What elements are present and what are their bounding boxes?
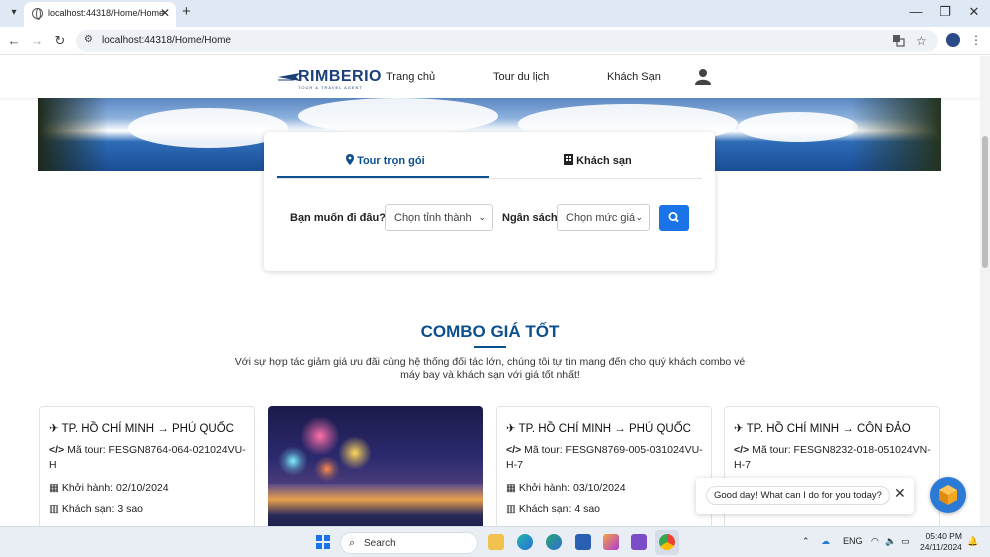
plane-icon: ✈	[734, 423, 744, 435]
logo-tagline: TOUR & TRAVEL AGENT	[298, 85, 363, 90]
calendar-icon: ▦	[49, 482, 59, 494]
back-icon[interactable]: ←	[6, 33, 22, 49]
logo-text: RIMBERIO	[298, 68, 382, 85]
globe-icon	[32, 8, 43, 20]
edge-icon[interactable]	[517, 534, 533, 550]
chevron-down-icon: ⌄	[478, 212, 486, 222]
volume-icon[interactable]: 🔈	[885, 536, 896, 547]
search-button[interactable]	[659, 205, 689, 231]
tour-code-row: </> Mã tour: FESGN8764-064-021024VU-H	[49, 444, 246, 471]
tray-overflow-icon[interactable]: ⌃	[802, 536, 810, 547]
tour-code-row: </> Mã tour: FESGN8769-005-031024VU-H-7	[506, 444, 703, 471]
scrollbar-thumb[interactable]	[982, 136, 988, 268]
bookmark-star-icon[interactable]: ☆	[916, 34, 927, 48]
browser-toolbar: ← → ↻ ⚙ localhost:44318/Home/Home ☆ ⋮	[0, 27, 990, 55]
title-underline	[474, 346, 506, 348]
address-bar[interactable]: ⚙ localhost:44318/Home/Home ☆	[76, 30, 938, 52]
hotel-row: ▥ Khách sạn: 3 sao	[49, 503, 143, 515]
site-info-icon[interactable]: ⚙	[84, 34, 93, 45]
battery-icon[interactable]: ▭	[901, 536, 910, 547]
tab-close-button[interactable]: ✕	[160, 7, 170, 19]
code-icon: </>	[734, 444, 750, 456]
page-viewport: RIMBERIO TOUR & TRAVEL AGENT Trang chủ T…	[0, 56, 980, 526]
chrome-icon[interactable]	[659, 534, 675, 550]
reload-icon[interactable]: ↻	[52, 33, 68, 49]
search-icon	[668, 212, 679, 223]
search-icon: ⌕	[349, 537, 356, 549]
combo-description: Với sự hợp tác giảm giá ưu đãi cùng hệ t…	[234, 356, 746, 381]
translate-icon[interactable]	[892, 34, 905, 50]
minimize-button[interactable]: —	[906, 4, 926, 20]
browser-menu-icon[interactable]: ⋮	[970, 33, 982, 47]
budget-label: Ngân sách	[502, 212, 558, 224]
building-icon	[564, 154, 576, 167]
calendar-icon: ▦	[506, 482, 516, 494]
card-route[interactable]: ✈ TP. HỒ CHÍ MINH → PHÚ QUỐC	[506, 421, 691, 435]
wifi-icon[interactable]: ◠	[871, 536, 879, 547]
browser-tab-bar: ▾ localhost:44318/Home/Home ✕ + — ❐ ✕	[0, 0, 990, 27]
departure-row: ▦ Khởi hành: 02/10/2024	[49, 482, 169, 494]
close-window-button[interactable]: ✕	[964, 4, 984, 20]
windows-taskbar: ⌕ Search ⌃ ☁ ENG ◠ 🔈 ▭ 05:40 PM 24/11/20…	[0, 526, 990, 557]
code-icon: </>	[506, 444, 522, 456]
destination-label: Bạn muốn đi đâu?	[290, 212, 386, 224]
active-tab-indicator	[277, 176, 489, 178]
visual-studio-icon[interactable]	[631, 534, 647, 550]
profile-avatar-icon[interactable]	[946, 33, 960, 47]
language-indicator[interactable]: ENG	[843, 536, 863, 546]
windows-start-icon[interactable]	[316, 535, 330, 549]
browser-tab[interactable]: localhost:44318/Home/Home ✕	[24, 2, 176, 27]
taskbar-search[interactable]: ⌕ Search	[340, 532, 478, 554]
maximize-button[interactable]: ❐	[935, 4, 955, 20]
nav-hotels[interactable]: Khách Sạn	[607, 71, 661, 83]
user-icon[interactable]	[695, 68, 711, 90]
fireworks-city-image[interactable]	[268, 406, 483, 526]
chat-close-button[interactable]: ✕	[894, 486, 906, 500]
chat-greeting[interactable]: Good day! What can I do for you today?	[706, 486, 890, 505]
code-icon: </>	[49, 444, 65, 456]
copilot-icon[interactable]	[603, 534, 619, 550]
combo-card[interactable]: ✈ TP. HỒ CHÍ MINH → PHÚ QUỐC </> Mã tour…	[496, 406, 712, 526]
page-scrollbar[interactable]	[980, 56, 990, 526]
file-explorer-icon[interactable]	[488, 534, 504, 550]
tab-search-chevron-icon[interactable]: ▾	[6, 5, 22, 21]
departure-row: ▦ Khởi hành: 03/10/2024	[506, 482, 626, 494]
card-route[interactable]: ✈ TP. HỒ CHÍ MINH → PHÚ QUỐC	[49, 421, 234, 435]
building-icon: ▥	[49, 503, 59, 515]
chat-popup: Good day! What can I do for you today? ✕	[696, 478, 914, 514]
system-clock[interactable]: 05:40 PM 24/11/2024	[920, 531, 962, 553]
building-icon: ▥	[506, 503, 516, 515]
site-header: RIMBERIO TOUR & TRAVEL AGENT Trang chủ T…	[0, 56, 980, 98]
forward-icon[interactable]: →	[29, 33, 45, 49]
plane-icon: ✈	[49, 423, 59, 435]
nav-home[interactable]: Trang chủ	[386, 71, 435, 83]
chevron-down-icon: ⌄	[635, 212, 643, 222]
chat-cube-icon	[939, 485, 957, 505]
edge-dev-icon[interactable]	[546, 534, 562, 550]
word-icon[interactable]	[575, 534, 591, 550]
url-text[interactable]: localhost:44318/Home/Home	[102, 35, 231, 46]
notification-bell-icon[interactable]: 🔔	[967, 536, 978, 547]
site-logo[interactable]: RIMBERIO TOUR & TRAVEL AGENT	[276, 67, 382, 93]
map-pin-icon	[346, 154, 357, 167]
tab-divider	[277, 178, 702, 179]
chat-launcher-button[interactable]	[930, 477, 966, 513]
onedrive-icon[interactable]: ☁	[821, 536, 830, 547]
hotel-row: ▥ Khách sạn: 4 sao	[506, 503, 600, 515]
card-route[interactable]: ✈ TP. HỒ CHÍ MINH → CÔN ĐẢO	[734, 421, 911, 435]
new-tab-button[interactable]: +	[182, 4, 191, 20]
plane-icon: ✈	[506, 423, 516, 435]
combo-card[interactable]: ✈ TP. HỒ CHÍ MINH → PHÚ QUỐC </> Mã tour…	[39, 406, 255, 526]
combo-section-title: COMBO GIÁ TỐT	[420, 322, 560, 341]
budget-select[interactable]: Chọn mức giá ⌄	[557, 204, 650, 231]
tab-package-tour[interactable]: Tour trọn gói	[346, 154, 425, 167]
destination-select[interactable]: Chọn tỉnh thành ⌄	[385, 204, 493, 231]
tab-hotel[interactable]: Khách sạn	[564, 154, 632, 167]
search-panel: Tour trọn gói Khách sạn Bạn muốn đi đâu?…	[264, 132, 715, 271]
nav-tours[interactable]: Tour du lịch	[493, 71, 549, 83]
tour-code-row: </> Mã tour: FESGN8232-018-051024VN-H-7	[734, 444, 931, 471]
tab-title: localhost:44318/Home/Home	[48, 8, 165, 18]
